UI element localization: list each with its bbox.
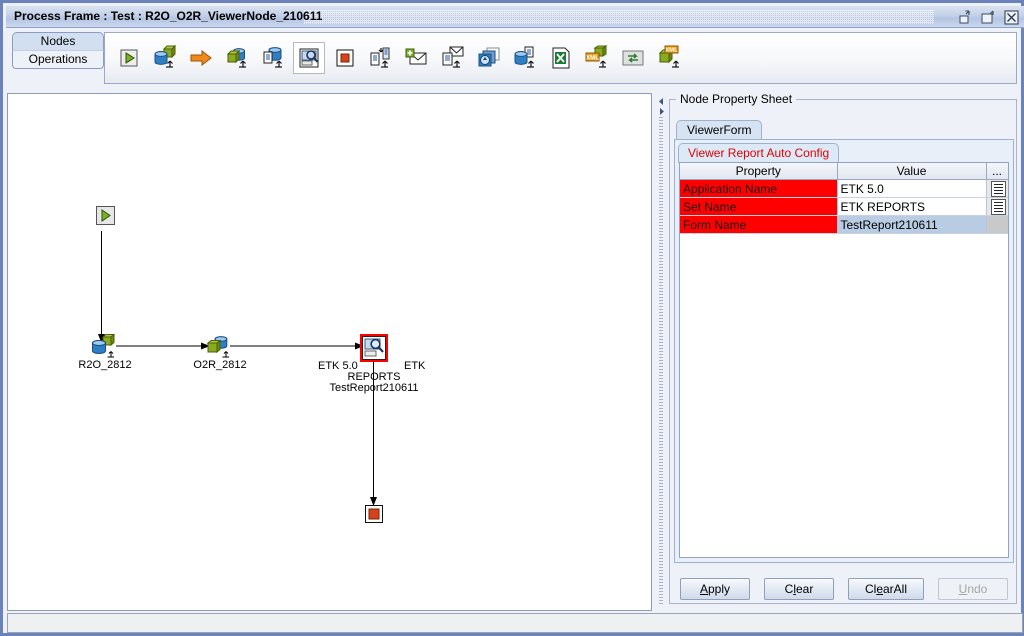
property-picker-cell[interactable]: [986, 179, 1008, 198]
splitter-grip: [659, 117, 663, 605]
restore-icon[interactable]: [980, 9, 997, 25]
tab-nodes[interactable]: Nodes: [12, 32, 104, 51]
mail-add-icon[interactable]: [401, 42, 433, 74]
clear-button[interactable]: Clear: [764, 578, 834, 600]
collapse-right-arrow-icon[interactable]: [657, 105, 666, 115]
mail-document-icon[interactable]: [437, 42, 469, 74]
minimize-icon[interactable]: [957, 9, 974, 25]
diagram-surface: R2O_2812 O2R_2812 ETK 5.0 ETK REPORTS Te…: [8, 94, 651, 610]
property-name-cell: Application Name: [680, 179, 838, 198]
column-header-value[interactable]: Value: [837, 163, 987, 180]
outer-tab-content: Viewer Report Auto Config Property Value…: [674, 139, 1014, 563]
document-transfer-icon[interactable]: [365, 42, 397, 74]
property-table: Property Value ... Application Name ETK …: [680, 163, 1008, 234]
palette-tabs: Nodes Operations: [12, 32, 104, 88]
table-row[interactable]: Form Name TestReport210611: [680, 215, 1008, 234]
property-name-cell: Form Name: [680, 215, 838, 234]
node-property-sheet-title: Node Property Sheet: [676, 92, 797, 106]
close-icon[interactable]: [1003, 9, 1020, 25]
apply-button[interactable]: Apply: [680, 578, 750, 600]
node-property-sheet-panel: Node Property Sheet ViewerForm Viewer Re…: [669, 92, 1023, 611]
diagram-start-node[interactable]: [96, 206, 115, 228]
title-bar: Process Frame : Test : R2O_O2R_ViewerNod…: [6, 6, 1024, 28]
property-action-buttons: Apply Clear ClearAll Undo: [678, 578, 1010, 602]
column-header-property[interactable]: Property: [680, 163, 838, 180]
panel-splitter[interactable]: [655, 93, 668, 611]
svg-text:XML: XML: [665, 48, 678, 54]
stop-node-icon[interactable]: [329, 42, 361, 74]
undo-button: Undo: [938, 578, 1008, 600]
outer-tabbar: ViewerForm: [676, 120, 1012, 140]
tab-viewerform[interactable]: ViewerForm: [676, 120, 763, 140]
table-row[interactable]: Application Name ETK 5.0: [680, 179, 1008, 198]
xml-to-object-icon[interactable]: XML: [581, 42, 613, 74]
clearall-button[interactable]: ClearAll: [848, 578, 924, 600]
diagram-stop-node[interactable]: [365, 505, 383, 526]
window-controls: [957, 8, 1020, 26]
toolbar-area: Nodes Operations XML XML: [7, 29, 1023, 91]
property-picker-cell[interactable]: [986, 197, 1008, 216]
list-picker-icon[interactable]: [991, 180, 1006, 197]
property-value-cell[interactable]: TestReport210611: [837, 215, 987, 234]
list-picker-icon[interactable]: [991, 198, 1006, 215]
property-name-cell: Set Name: [680, 197, 838, 216]
title-bar-hatch: [304, 10, 934, 24]
process-frame-window: Process Frame : Test : R2O_O2R_ViewerNod…: [0, 0, 1024, 636]
database-document-icon[interactable]: [509, 42, 541, 74]
relational-to-object-node-icon[interactable]: [149, 42, 181, 74]
excel-export-icon[interactable]: [545, 42, 577, 74]
collapse-left-arrow-icon[interactable]: [657, 95, 666, 105]
column-header-more[interactable]: ...: [986, 163, 1008, 180]
property-value-cell[interactable]: ETK 5.0: [837, 179, 987, 198]
diagram-o2r-node-label: O2R_2812: [193, 359, 247, 371]
status-bar: [7, 613, 1023, 633]
object-to-xml-icon[interactable]: XML: [653, 42, 685, 74]
diagram-viewer-node-label-bottom: TestReport210611: [329, 382, 419, 394]
property-picker-cell: [986, 215, 1008, 234]
recycle-stack-icon[interactable]: [473, 42, 505, 74]
property-value-cell[interactable]: ETK REPORTS: [837, 197, 987, 216]
property-table-container[interactable]: Property Value ... Application Name ETK …: [679, 162, 1009, 558]
window-title: Process Frame : Test : R2O_O2R_ViewerNod…: [14, 9, 323, 23]
node-palette-toolbar: XML XML: [104, 32, 1017, 84]
document-to-database-icon[interactable]: [257, 42, 289, 74]
tab-operations[interactable]: Operations: [12, 50, 104, 69]
process-diagram-canvas[interactable]: R2O_2812 O2R_2812 ETK 5.0 ETK REPORTS Te…: [7, 93, 652, 611]
transform-arrow-icon[interactable]: [185, 42, 217, 74]
diagram-viewer-node[interactable]: [362, 336, 386, 363]
table-row[interactable]: Set Name ETK REPORTS: [680, 197, 1008, 216]
diagram-r2o-node-label: R2O_2812: [78, 359, 132, 371]
node-property-sheet-group: Node Property Sheet ViewerForm Viewer Re…: [669, 92, 1017, 604]
viewer-node-icon[interactable]: [293, 42, 325, 74]
table-header-row: Property Value ...: [680, 163, 1008, 180]
run-process-icon[interactable]: [113, 42, 145, 74]
object-to-relational-node-icon[interactable]: [221, 42, 253, 74]
svg-text:XML: XML: [586, 54, 599, 61]
sync-icon[interactable]: [617, 42, 649, 74]
tab-viewer-report-auto-config[interactable]: Viewer Report Auto Config: [678, 143, 840, 163]
